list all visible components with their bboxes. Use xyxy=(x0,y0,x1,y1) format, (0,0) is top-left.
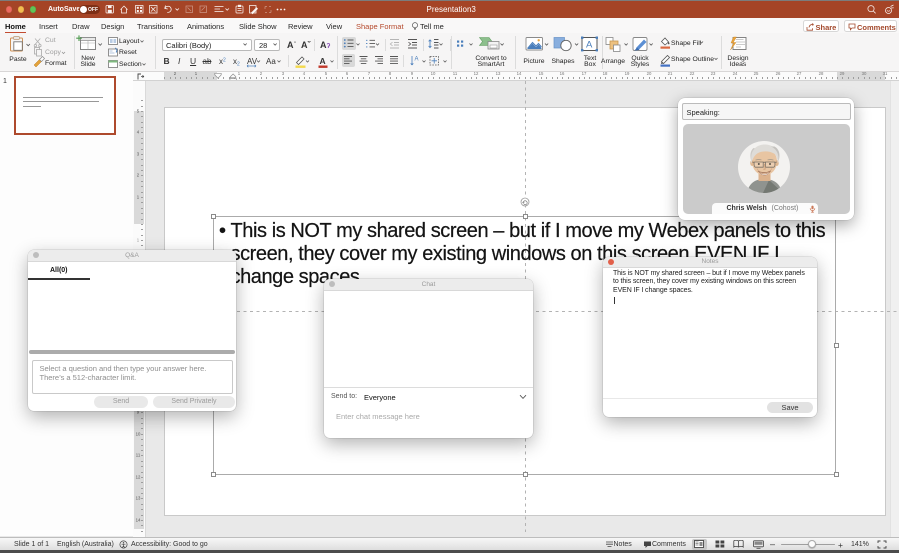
svg-text:A: A xyxy=(320,56,326,66)
svg-text:A: A xyxy=(415,57,419,63)
svg-text:A: A xyxy=(586,40,593,51)
